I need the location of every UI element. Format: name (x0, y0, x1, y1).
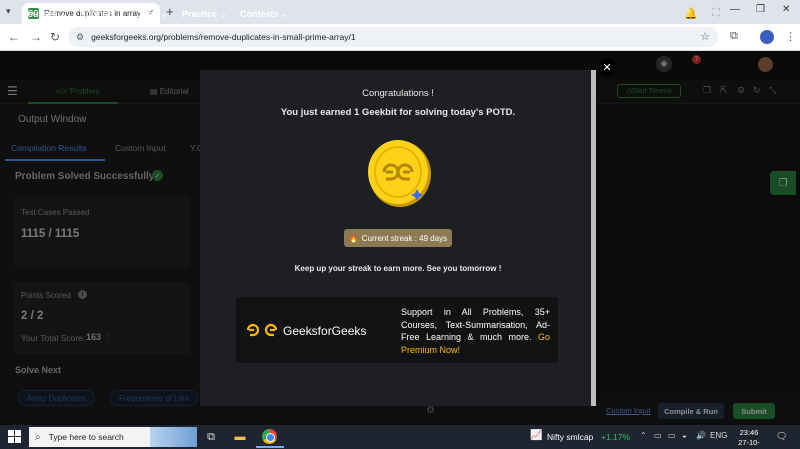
promo-text: Support in All Problems, 35+ Courses, Te… (401, 306, 550, 356)
language-indicator[interactable]: ENG (710, 431, 727, 440)
task-view-icon[interactable]: ⧉ (203, 429, 219, 445)
window-close-icon[interactable]: ✕ (782, 4, 790, 15)
search-icon[interactable]: ⌕ (629, 7, 635, 20)
streak-badge: 🔥 Current streak : 49 days (344, 229, 452, 247)
nav-courses-label: Courses (21, 9, 58, 19)
nav-courses[interactable]: Courses ⌄ (21, 9, 67, 20)
nav-jobs[interactable]: Jobs ⌄ (137, 9, 168, 20)
gfg-logo-icon (246, 323, 278, 337)
back-icon[interactable]: ← (8, 30, 20, 44)
volume-icon[interactable]: 🔊 (696, 431, 706, 440)
nifty-label[interactable]: Nifty smlcap (547, 432, 593, 442)
nav-practice-label: Practice (182, 9, 218, 19)
browser-profile-avatar[interactable] (760, 30, 774, 44)
screen-icon[interactable]: ▭ (654, 431, 662, 440)
stock-chart-icon: 📈 (530, 430, 543, 441)
search-highlight-image (150, 427, 197, 447)
nav-practice[interactable]: Practice ⌄ (182, 9, 227, 20)
nav-contests[interactable]: Contests ⌄ (240, 9, 289, 20)
active-app-indicator (256, 446, 284, 448)
file-explorer-icon[interactable]: ▬ (232, 429, 248, 445)
site-info-icon[interactable]: ⚙ (76, 32, 84, 43)
nifty-change: +1.17% (601, 432, 631, 442)
tray-expand-icon[interactable]: ⌃ (640, 431, 647, 440)
user-icon[interactable]: ⛶ (712, 7, 720, 20)
bookmark-star-icon[interactable]: ☆ (700, 30, 710, 43)
tab-list-icon[interactable]: ▾ (6, 6, 11, 17)
omnibox[interactable]: ⚙ geeksforgeeks.org/problems/remove-dupl… (68, 27, 718, 47)
congrats-heading: Congratulations ! (362, 88, 434, 99)
nav-contests-label: Contests (240, 9, 279, 19)
taskbar-search-placeholder: Type here to search (48, 432, 124, 442)
chrome-icon[interactable] (262, 429, 277, 444)
geekbit-message: You just earned 1 Geekbit for solving to… (280, 107, 516, 118)
minimize-icon[interactable]: — (730, 4, 740, 15)
nav-tutorials[interactable]: Tutorials ⌄ (78, 9, 125, 20)
url-text: geeksforgeeks.org/problems/remove-duplic… (91, 32, 356, 42)
nav-jobs-label: Jobs (137, 9, 159, 19)
flame-icon: 🔥 (348, 233, 359, 243)
clock-time: 23:46 (739, 428, 759, 437)
promo-description: Support in All Problems, 35+ Courses, Te… (401, 307, 550, 342)
address-bar: ← → ↻ ⚙ geeksforgeeks.org/problems/remov… (0, 24, 800, 51)
search-icon: ⌕ (35, 431, 41, 443)
browser-menu-icon[interactable]: ⋮ (785, 30, 796, 43)
maximize-icon[interactable]: ❐ (756, 4, 765, 15)
battery-icon[interactable]: ▭ (668, 431, 676, 440)
modal-close-icon[interactable]: ✕ (598, 58, 616, 76)
geekbit-coin-icon (366, 138, 432, 208)
clock[interactable]: 23:46 27-10-2024 (732, 428, 766, 449)
network-icon[interactable]: ◒ (682, 431, 687, 440)
windows-start-icon[interactable] (8, 430, 21, 443)
streak-text: Current streak : 49 days (361, 233, 448, 243)
notification-icon[interactable]: 🗨 (776, 431, 787, 442)
keep-up-message: Keep up your streak to earn more. See yo… (294, 264, 502, 273)
extensions-icon[interactable]: ⧉ (730, 30, 738, 43)
forward-icon[interactable]: → (30, 30, 42, 44)
brand-name: GeeksforGeeks (283, 324, 367, 338)
reload-icon[interactable]: ↻ (50, 30, 60, 44)
nav-tutorials-label: Tutorials (78, 9, 116, 19)
bell-icon[interactable]: 🔔 (684, 7, 698, 20)
clock-date: 27-10-2024 (738, 438, 760, 449)
